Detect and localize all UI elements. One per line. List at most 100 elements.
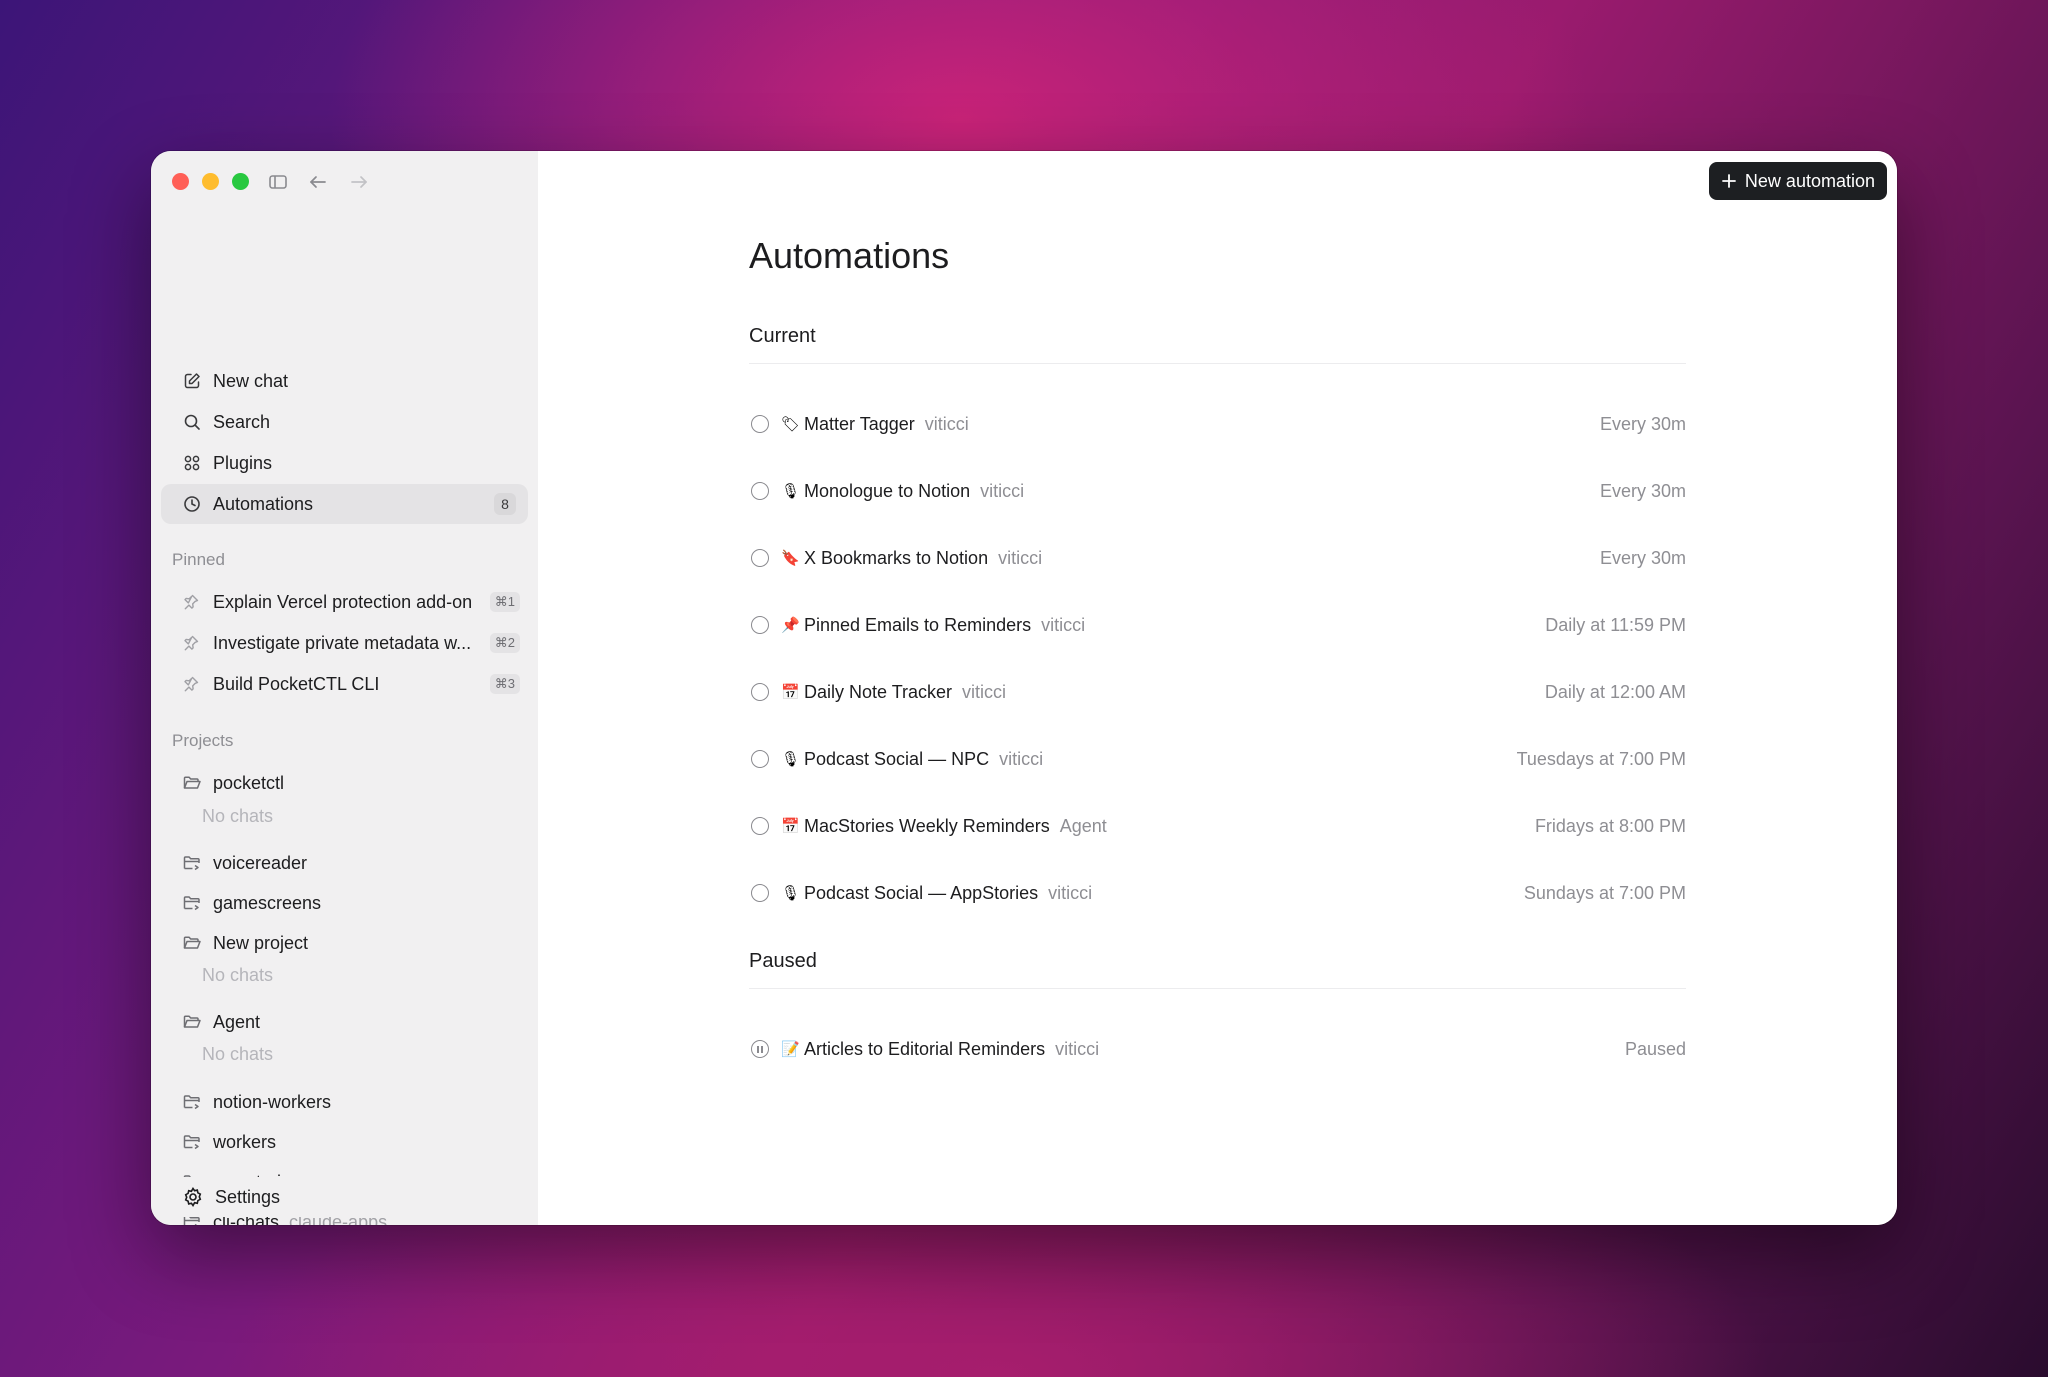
status-radio[interactable] xyxy=(751,884,769,902)
project-item-workers[interactable]: workers xyxy=(161,1124,528,1160)
folder-icon xyxy=(182,1132,202,1152)
minimize-window-button[interactable] xyxy=(202,173,219,190)
status-radio[interactable] xyxy=(751,616,769,634)
project-item-voicereader[interactable]: voicereader xyxy=(161,845,528,881)
automation-owner: viticci xyxy=(998,547,1043,568)
automation-name: Daily Note Tracker xyxy=(804,681,953,702)
grid-icon xyxy=(182,453,202,473)
automation-schedule: Every 30m xyxy=(1599,480,1686,501)
folder-icon xyxy=(182,853,202,873)
settings-label: Settings xyxy=(215,1186,281,1207)
nav-item-label: Search xyxy=(213,411,271,432)
nav-item-label: Plugins xyxy=(213,452,273,473)
titlebar xyxy=(151,151,538,209)
automation-owner: viticci xyxy=(962,681,1007,702)
pinned-chat-label: Explain Vercel protection add-on xyxy=(213,591,473,612)
automation-name: Podcast Social — AppStories xyxy=(804,882,1039,903)
nav-item-plugins[interactable]: Plugins xyxy=(161,443,528,483)
project-label: workers xyxy=(213,1131,277,1152)
pinned-chat-label: Build PocketCTL CLI xyxy=(213,673,380,694)
pause-icon[interactable] xyxy=(751,1040,769,1058)
keyboard-shortcut: ⌘3 xyxy=(489,674,520,694)
automation-name: Matter Tagger xyxy=(804,413,915,434)
project-item-new-project[interactable]: New project xyxy=(161,925,528,961)
automation-row[interactable]: 🏷 Matter Tagger viticci Every 30m xyxy=(749,404,1686,444)
folder-open-icon xyxy=(182,1012,202,1032)
automation-owner: viticci xyxy=(1048,882,1093,903)
nav-item-search[interactable]: Search xyxy=(161,402,528,442)
automation-row[interactable]: 🎙 Podcast Social — NPC viticci Tuesdays … xyxy=(749,739,1686,779)
new-automation-label: New automation xyxy=(1744,170,1875,191)
close-window-button[interactable] xyxy=(172,173,189,190)
project-label: notion-workers xyxy=(213,1091,332,1112)
automation-row[interactable]: 📅 Daily Note Tracker viticci Daily at 12… xyxy=(749,672,1686,712)
automation-emoji: 📌 xyxy=(781,616,800,634)
keyboard-shortcut: ⌘1 xyxy=(489,592,520,612)
pin-icon xyxy=(182,593,200,611)
zoom-window-button[interactable] xyxy=(232,173,249,190)
clock-icon xyxy=(182,494,202,514)
nav-item-new-chat[interactable]: New chat xyxy=(161,361,528,401)
folder-icon xyxy=(182,1092,202,1112)
automation-emoji: 📝 xyxy=(781,1040,800,1058)
section-divider xyxy=(749,363,1686,364)
status-radio[interactable] xyxy=(751,482,769,500)
automation-emoji: 🎙 xyxy=(781,884,801,902)
pinned-section-label: Pinned xyxy=(172,550,225,569)
sidebar-toggle-icon[interactable] xyxy=(265,169,291,195)
automation-row[interactable]: 📌 Pinned Emails to Reminders viticci Dai… xyxy=(749,605,1686,645)
project-item-pocketctl[interactable]: pocketctl xyxy=(161,765,528,801)
automation-schedule: Daily at 11:59 PM xyxy=(1545,614,1686,635)
back-arrow-icon[interactable] xyxy=(305,169,331,195)
nav-item-automations[interactable]: Automations 8 xyxy=(161,484,528,524)
folder-open-icon xyxy=(182,773,202,793)
project-label: gamescreens xyxy=(213,892,322,913)
status-radio[interactable] xyxy=(751,549,769,567)
status-radio[interactable] xyxy=(751,415,769,433)
pinned-chat-item[interactable]: Explain Vercel protection add-on ⌘1 xyxy=(161,583,528,621)
automation-row[interactable]: 🎙 Podcast Social — AppStories viticci Su… xyxy=(749,873,1686,913)
automation-row[interactable]: 🎙 Monologue to Notion viticci Every 30m xyxy=(749,471,1686,511)
automation-row[interactable]: 📅 MacStories Weekly Reminders Agent Frid… xyxy=(749,806,1686,846)
no-chats-label: No chats xyxy=(202,965,274,985)
project-item-agent[interactable]: Agent xyxy=(161,1004,528,1040)
automation-emoji: 📅 xyxy=(781,683,800,701)
project-item-gamescreens[interactable]: gamescreens xyxy=(161,885,528,921)
new-automation-button[interactable]: New automation xyxy=(1708,162,1887,200)
nav-item-label: Automations xyxy=(213,493,314,514)
pinned-chat-item[interactable]: Build PocketCTL CLI ⌘3 xyxy=(161,665,528,703)
automation-schedule: Paused xyxy=(1624,1038,1686,1059)
app-window: New chat Search Plugins Automations 8 Pinned E… xyxy=(151,151,1897,1225)
automation-schedule: Every 30m xyxy=(1599,413,1686,434)
status-radio[interactable] xyxy=(751,750,769,768)
automation-emoji: 🎙 xyxy=(781,750,801,768)
count-badge: 8 xyxy=(494,493,516,515)
gear-icon xyxy=(182,1186,204,1208)
pinned-chat-item[interactable]: Investigate private metadata w... ⌘2 xyxy=(161,624,528,662)
forward-arrow-icon[interactable] xyxy=(346,169,372,195)
automation-emoji: 🎙 xyxy=(781,482,801,500)
status-radio[interactable] xyxy=(751,683,769,701)
settings-button[interactable]: Settings xyxy=(161,1177,528,1217)
folder-open-icon xyxy=(182,933,202,953)
status-radio[interactable] xyxy=(751,817,769,835)
automation-name: Pinned Emails to Reminders xyxy=(804,614,1032,635)
section-paused-heading: Paused xyxy=(749,950,817,972)
project-label: pocketctl xyxy=(213,772,285,793)
automation-name: X Bookmarks to Notion xyxy=(804,547,989,568)
pin-icon xyxy=(182,634,200,652)
automation-schedule: Fridays at 8:00 PM xyxy=(1534,815,1686,836)
no-chats-label: No chats xyxy=(202,806,274,826)
automation-row[interactable]: 🔖 X Bookmarks to Notion viticci Every 30… xyxy=(749,538,1686,578)
project-item-notion-workers[interactable]: notion-workers xyxy=(161,1084,528,1120)
pinned-chat-label: Investigate private metadata w... xyxy=(213,632,472,653)
nav-item-label: New chat xyxy=(213,370,289,391)
automation-name: MacStories Weekly Reminders xyxy=(804,815,1050,836)
section-divider xyxy=(749,988,1686,989)
pin-icon xyxy=(182,675,200,693)
automation-schedule: Every 30m xyxy=(1599,547,1686,568)
automation-owner: viticci xyxy=(980,480,1025,501)
automation-row-paused[interactable]: 📝 Articles to Editorial Reminders viticc… xyxy=(749,1029,1686,1069)
keyboard-shortcut: ⌘2 xyxy=(489,633,520,653)
plus-icon xyxy=(1721,173,1737,189)
